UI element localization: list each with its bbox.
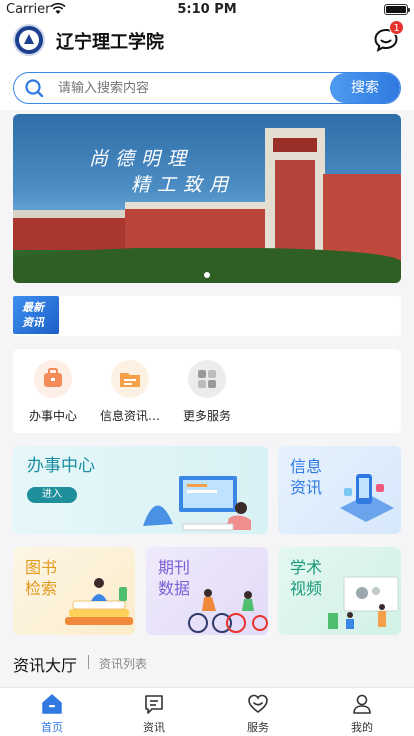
news-hall-title: 资讯大厅 — [13, 656, 78, 675]
enter-button[interactable]: 进入 — [27, 487, 77, 503]
banner-calligraphy-line-1: 尚德明理 — [89, 148, 194, 170]
user-icon — [353, 694, 371, 714]
quick-service-label: 更多服务 — [182, 409, 231, 423]
search-icon — [25, 79, 44, 98]
messages-button[interactable]: 1 — [372, 20, 404, 54]
campus-banner-carousel[interactable]: 尚德明理 精工致用 — [13, 114, 401, 283]
latest-news-tag: 最新 资讯 — [13, 296, 59, 334]
quick-service-info[interactable]: 信息资讯… — [90, 360, 170, 424]
service-heart-icon — [248, 694, 268, 713]
academic-video-card-title-line-2: 视频 — [290, 579, 323, 598]
message-count-badge: 1 — [389, 20, 404, 35]
quick-service-label: 信息资讯… — [99, 409, 160, 423]
book-search-card-title: 图书 检索 — [25, 557, 57, 599]
tab-services[interactable]: 服务 — [228, 693, 288, 735]
quick-service-service-center[interactable]: 办事中心 — [13, 360, 93, 424]
info-news-card[interactable]: 信息 资讯 — [278, 446, 401, 534]
latest-news-strip[interactable]: 最新 资讯 — [13, 296, 401, 336]
latest-news-tag-line-1: 最新 — [22, 301, 44, 314]
tab-services-label: 服务 — [247, 721, 269, 734]
info-news-card-title: 信息 资讯 — [290, 456, 322, 498]
presentation-illustration — [328, 576, 399, 629]
search-bar: 搜索 — [13, 72, 401, 104]
section-divider — [88, 655, 89, 669]
info-news-card-title-line-2: 资讯 — [290, 478, 323, 497]
news-hall-section-header: 资讯大厅 资讯列表 — [13, 652, 147, 675]
app-header: 辽宁理工学院 1 — [0, 20, 414, 64]
carousel-dot-active[interactable] — [204, 272, 210, 278]
service-center-card[interactable]: 办事中心 进入 — [13, 446, 268, 534]
home-icon — [42, 694, 62, 714]
banner-calligraphy-line-2: 精工致用 — [131, 174, 236, 196]
news-list-subtitle[interactable]: 资讯列表 — [99, 655, 147, 672]
university-logo — [13, 24, 45, 56]
tab-news[interactable]: 资讯 — [124, 693, 184, 735]
app-title: 辽宁理工学院 — [56, 32, 164, 53]
academic-video-card[interactable]: 学术 视频 — [278, 547, 401, 635]
tab-mine[interactable]: 我的 — [332, 693, 392, 735]
battery-icon — [384, 4, 410, 15]
book-search-card[interactable]: 图书 检索 — [13, 547, 135, 635]
search-input[interactable] — [58, 73, 328, 103]
book-search-card-title-line-2: 检索 — [25, 579, 58, 598]
info-news-card-title-line-1: 信息 — [290, 457, 323, 476]
desk-worker-illustration — [143, 476, 251, 531]
journal-data-card[interactable]: 期刊 数据 — [146, 547, 268, 635]
book-search-card-title-line-1: 图书 — [25, 558, 58, 577]
tab-news-label: 资讯 — [143, 721, 165, 734]
clock: 5:10 PM — [177, 2, 237, 17]
service-center-card-title: 办事中心 — [27, 456, 95, 476]
quick-service-label: 办事中心 — [28, 409, 77, 423]
academic-video-card-title: 学术 视频 — [290, 557, 322, 599]
tab-home[interactable]: 首页 — [22, 693, 82, 735]
cyclists-illustration — [188, 589, 268, 633]
tab-mine-label: 我的 — [351, 721, 373, 734]
bottom-tab-bar: 首页 资讯 服务 我的 — [0, 687, 414, 736]
latest-news-tag-line-2: 资讯 — [22, 316, 44, 329]
info-folder-icon — [111, 360, 149, 398]
briefcase-icon — [34, 360, 72, 398]
search-button[interactable]: 搜索 — [330, 73, 400, 103]
tab-home-label: 首页 — [41, 721, 63, 734]
grid-icon — [188, 360, 226, 398]
status-bar: Carrier 5:10 PM — [0, 0, 414, 20]
search-bar-area: 搜索 — [0, 64, 414, 110]
app-home-screen: Carrier 5:10 PM 辽宁理工学院 1 请输入搜索内容 搜索 尚德明理… — [0, 0, 414, 736]
journal-data-card-title-line-1: 期刊 — [158, 558, 191, 577]
quick-services: 办事中心 信息资讯… 更多服务 — [13, 349, 401, 433]
quick-service-more[interactable]: 更多服务 — [167, 360, 247, 424]
reading-books-illustration — [65, 578, 133, 625]
phone-illustration — [340, 474, 394, 522]
academic-video-card-title-line-1: 学术 — [290, 558, 323, 577]
news-icon — [145, 695, 163, 714]
